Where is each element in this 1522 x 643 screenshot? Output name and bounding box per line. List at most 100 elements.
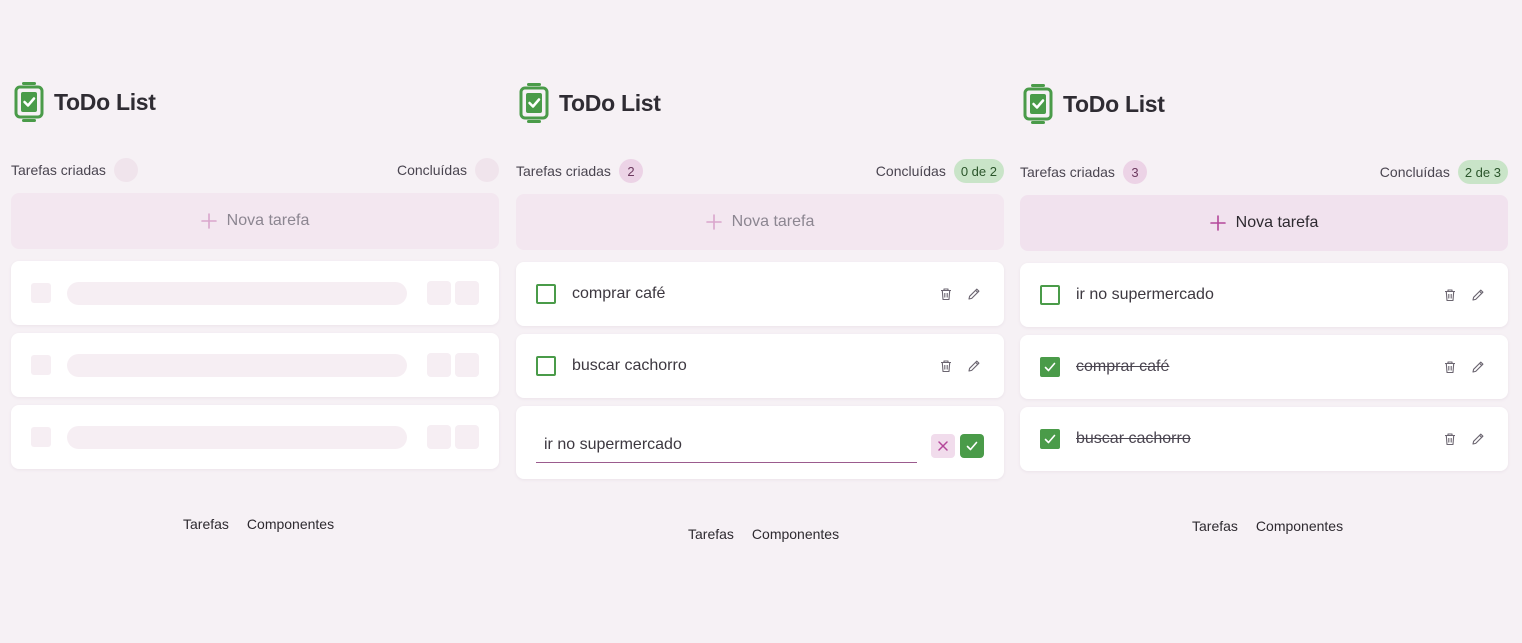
new-task-label: Nova tarefa xyxy=(1235,214,1319,231)
footer-nav: Tarefas Componentes xyxy=(183,516,334,532)
task-list: comprar café buscar cachorro xyxy=(516,262,1004,479)
nav-link-components[interactable]: Componentes xyxy=(752,526,839,542)
trash-icon xyxy=(1445,433,1455,446)
pencil-icon xyxy=(1472,289,1484,301)
delete-task-button[interactable] xyxy=(936,356,956,376)
tasks-created-stat: Tarefas criadas 2 xyxy=(516,159,643,183)
new-task-button[interactable]: Nova tarefa xyxy=(516,194,1004,250)
stats-bar: Tarefas criadas Concluídas xyxy=(11,158,499,182)
skeleton-button xyxy=(427,353,451,377)
pencil-icon xyxy=(968,288,980,300)
app-title: ToDo List xyxy=(1063,90,1165,117)
skeleton-button xyxy=(427,425,451,449)
check-icon xyxy=(966,441,978,450)
new-task-button[interactable]: Nova tarefa xyxy=(11,193,499,249)
footer-nav: Tarefas Componentes xyxy=(1192,518,1343,534)
trash-icon xyxy=(1445,289,1455,302)
task-checkbox-checked[interactable] xyxy=(1040,429,1060,449)
task-skeleton-row xyxy=(11,405,499,469)
tasks-done-label: Concluídas xyxy=(396,162,467,178)
trash-icon xyxy=(1445,361,1455,374)
tasks-done-badge xyxy=(475,158,499,182)
tasks-created-label: Tarefas criadas xyxy=(1020,164,1115,180)
todo-logo-icon xyxy=(14,82,44,122)
check-icon xyxy=(1044,434,1056,444)
app-title: ToDo List xyxy=(559,89,661,116)
edit-task-button[interactable] xyxy=(964,284,984,304)
task-item: buscar cachorro xyxy=(516,334,1004,398)
x-icon xyxy=(938,440,948,451)
check-icon xyxy=(1044,362,1056,372)
plus-icon xyxy=(200,213,217,229)
edit-task-button[interactable] xyxy=(964,356,984,376)
tasks-done-stat: Concluídas 2 de 3 xyxy=(1380,160,1508,184)
app-header: ToDo List xyxy=(519,82,1004,124)
tasks-created-badge: 2 xyxy=(618,159,643,183)
delete-task-button[interactable] xyxy=(1440,285,1460,305)
nav-link-components[interactable]: Componentes xyxy=(247,516,334,532)
task-list-skeleton xyxy=(11,261,499,469)
tasks-done-label: Concluídas xyxy=(875,163,946,179)
task-checkbox[interactable] xyxy=(1040,285,1060,305)
tasks-created-stat: Tarefas criadas xyxy=(11,158,138,182)
skeleton-checkbox xyxy=(31,283,51,303)
pencil-icon xyxy=(1472,433,1484,445)
delete-task-button[interactable] xyxy=(936,284,956,304)
task-item: ir no supermercado xyxy=(1020,263,1508,327)
confirm-edit-button[interactable] xyxy=(960,433,984,458)
nav-link-tasks[interactable]: Tarefas xyxy=(1192,518,1238,534)
plus-icon xyxy=(705,214,722,230)
delete-task-button[interactable] xyxy=(1440,357,1460,377)
skeleton-text xyxy=(67,353,407,377)
task-item: comprar café xyxy=(516,262,1004,326)
app-title: ToDo List xyxy=(54,88,156,115)
new-task-label: Nova tarefa xyxy=(226,212,310,229)
stats-bar: Tarefas criadas 2 Concluídas 0 de 2 xyxy=(516,159,1004,183)
task-text: ir no supermercado xyxy=(1076,286,1214,303)
tasks-done-label: Concluídas xyxy=(1379,164,1450,180)
nav-link-components[interactable]: Componentes xyxy=(1256,518,1343,534)
todo-panel-editing: ToDo List Tarefas criadas 2 Concluídas 0… xyxy=(516,82,1004,487)
trash-icon xyxy=(941,288,951,301)
footer-nav: Tarefas Componentes xyxy=(688,526,839,542)
nav-link-tasks[interactable]: Tarefas xyxy=(183,516,229,532)
skeleton-button xyxy=(455,281,479,305)
pencil-icon xyxy=(968,360,980,372)
edit-task-button[interactable] xyxy=(1468,285,1488,305)
edit-task-button[interactable] xyxy=(1468,429,1488,449)
nav-link-tasks[interactable]: Tarefas xyxy=(688,526,734,542)
todo-panel-loading: ToDo List Tarefas criadas Concluídas Nov… xyxy=(11,81,499,477)
delete-task-button[interactable] xyxy=(1440,429,1460,449)
task-item: comprar café xyxy=(1020,335,1508,399)
tasks-done-stat: Concluídas xyxy=(397,158,499,182)
cancel-edit-button[interactable] xyxy=(931,433,955,458)
task-checkbox-checked[interactable] xyxy=(1040,357,1060,377)
tasks-done-badge: 0 de 2 xyxy=(953,159,1004,183)
task-text: buscar cachorro xyxy=(1076,430,1191,447)
task-edit-row xyxy=(516,406,1004,479)
skeleton-checkbox xyxy=(31,427,51,447)
tasks-created-label: Tarefas criadas xyxy=(516,163,611,179)
plus-icon xyxy=(1209,215,1226,231)
tasks-created-badge: 3 xyxy=(1122,160,1147,184)
tasks-created-badge xyxy=(113,158,138,182)
tasks-done-badge: 2 de 3 xyxy=(1457,160,1508,184)
task-edit-input[interactable] xyxy=(536,428,917,463)
pencil-icon xyxy=(1472,361,1484,373)
task-checkbox[interactable] xyxy=(536,356,556,376)
edit-task-button[interactable] xyxy=(1468,357,1488,377)
skeleton-button xyxy=(427,281,451,305)
todo-logo-icon xyxy=(1023,84,1053,124)
task-skeleton-row xyxy=(11,261,499,325)
task-text: comprar café xyxy=(1076,358,1170,375)
task-checkbox[interactable] xyxy=(536,284,556,304)
task-item: buscar cachorro xyxy=(1020,407,1508,471)
skeleton-button xyxy=(455,353,479,377)
new-task-button[interactable]: Nova tarefa xyxy=(1020,195,1508,251)
task-text: comprar café xyxy=(572,285,666,302)
stats-bar: Tarefas criadas 3 Concluídas 2 de 3 xyxy=(1020,160,1508,184)
task-skeleton-row xyxy=(11,333,499,397)
skeleton-button xyxy=(455,425,479,449)
skeleton-checkbox xyxy=(31,355,51,375)
task-list: ir no supermercado comprar café buscar c… xyxy=(1020,263,1508,471)
